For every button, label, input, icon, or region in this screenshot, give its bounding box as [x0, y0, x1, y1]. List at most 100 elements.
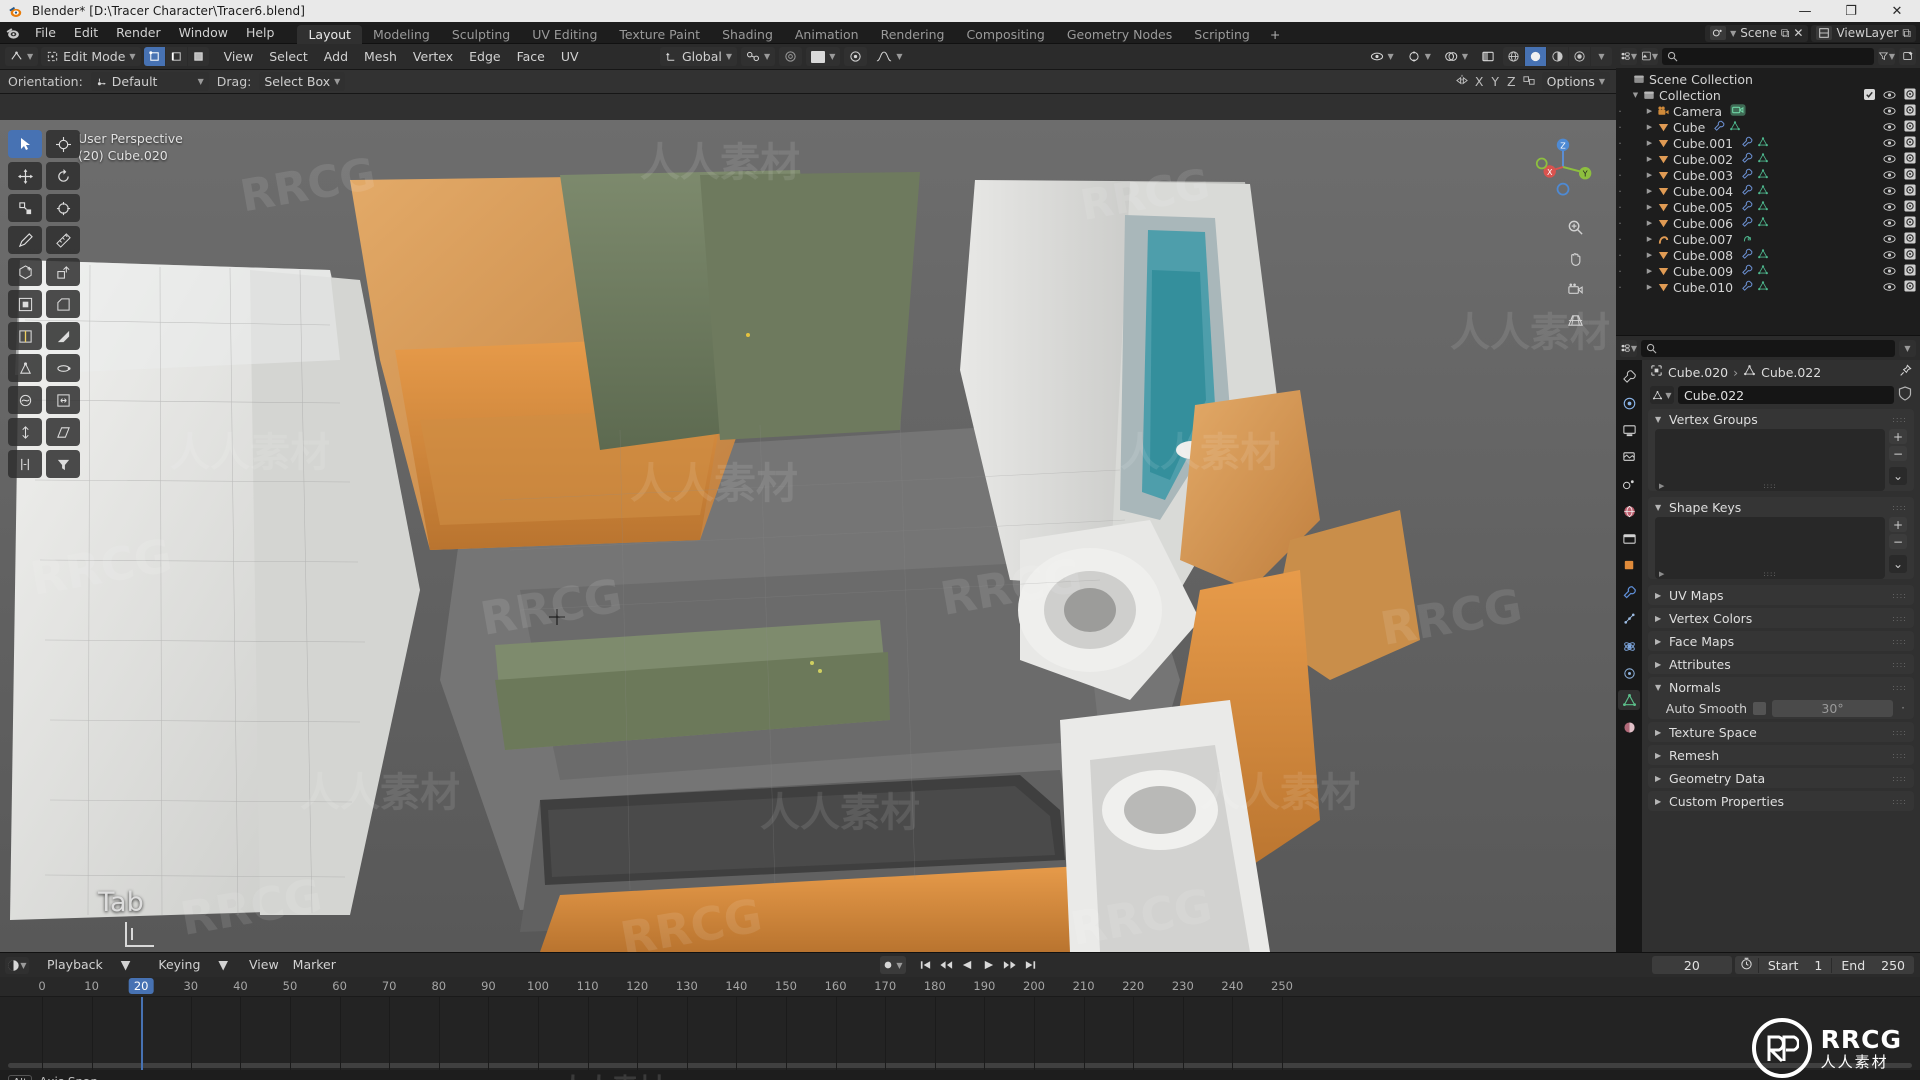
topology-mirror-icon[interactable]: [1522, 74, 1536, 90]
collection-checkbox[interactable]: [1864, 88, 1875, 103]
mesh-data-icon[interactable]: [1757, 136, 1769, 151]
modifier-wrench-icon[interactable]: [1713, 120, 1725, 135]
disable-in-renders-icon[interactable]: [1904, 231, 1916, 247]
outliner-row-collection[interactable]: ▼ Collection: [1616, 87, 1920, 103]
outliner-row-cube-006[interactable]: · ▶ Cube.006: [1616, 215, 1920, 231]
mesh-data-icon[interactable]: [1757, 264, 1769, 279]
overlays-toggle[interactable]: ▼: [1439, 47, 1473, 66]
panel-drag-grip[interactable]: ::::: [1892, 660, 1907, 669]
panel-drag-grip[interactable]: ::::: [1892, 637, 1907, 646]
outliner-row-cube-001[interactable]: · ▶ Cube.001: [1616, 135, 1920, 151]
panel-header-texture-space[interactable]: ▶ Texture Space::::: [1648, 722, 1914, 742]
modifier-wrench-icon[interactable]: [1741, 136, 1753, 151]
add-cube-tool-button[interactable]: [8, 258, 42, 286]
viewport-menu-face[interactable]: Face: [509, 46, 553, 68]
properties-tab-particles[interactable]: [1618, 609, 1640, 629]
add-workspace-button[interactable]: +: [1261, 25, 1289, 44]
hide-in-viewport-icon[interactable]: [1883, 152, 1896, 167]
vertex-groups-listbox[interactable]: ▶::::: [1655, 429, 1885, 491]
properties-tab-object-data[interactable]: [1618, 690, 1640, 710]
mesh-data-icon[interactable]: [1757, 216, 1769, 231]
timeline-playhead[interactable]: [141, 997, 144, 1070]
xray-toggle[interactable]: [1476, 47, 1500, 66]
hide-in-viewport-icon[interactable]: [1883, 104, 1896, 119]
rip-region-tool-button[interactable]: [8, 450, 42, 478]
outliner-editor-type-button[interactable]: ▼: [1620, 47, 1637, 65]
next-keyframe-button[interactable]: [1000, 956, 1019, 974]
snapping-toggle[interactable]: ▼: [741, 47, 776, 66]
auto-smooth-checkbox[interactable]: [1753, 701, 1766, 715]
mesh-data-browse-button[interactable]: ▼: [1650, 386, 1674, 404]
hide-in-viewport-icon[interactable]: [1883, 136, 1896, 151]
3d-viewport[interactable]: User Perspective (20) Cube.020 Tab Z Y X: [0, 120, 1616, 952]
viewport-menu-add[interactable]: Add: [316, 46, 356, 68]
panel-drag-grip[interactable]: ::::: [1892, 728, 1907, 737]
panel-header-custom-properties[interactable]: ▶ Custom Properties::::: [1648, 791, 1914, 811]
outliner-row-disclosure[interactable]: ▶: [1644, 283, 1655, 291]
rotate-tool-button[interactable]: [46, 162, 80, 190]
loop-cut-tool-button[interactable]: [8, 322, 42, 350]
modifier-wrench-icon[interactable]: [1741, 248, 1753, 263]
hide-in-viewport-icon[interactable]: [1883, 248, 1896, 263]
pan-hand-icon[interactable]: [1564, 247, 1586, 269]
menu-window[interactable]: Window: [170, 22, 237, 44]
bevel-tool-button[interactable]: [46, 290, 80, 318]
properties-tab-constraints[interactable]: [1618, 663, 1640, 683]
viewport-menu-vertex[interactable]: Vertex: [405, 46, 461, 68]
smooth-tool-button[interactable]: [8, 386, 42, 414]
shape-keys-add-button[interactable]: +: [1889, 517, 1907, 532]
hide-in-viewport-icon[interactable]: [1883, 184, 1896, 199]
outliner-row-disclosure[interactable]: ▶: [1644, 219, 1655, 227]
fake-user-shield-icon[interactable]: [1898, 386, 1912, 404]
outliner-filter-button[interactable]: ▼: [1878, 47, 1895, 65]
outliner-row-disclosure[interactable]: ▶: [1644, 107, 1655, 115]
timeline-menu-view[interactable]: View: [242, 954, 286, 976]
mirror-icon[interactable]: [1455, 74, 1469, 90]
mesh-data-icon[interactable]: [1757, 248, 1769, 263]
tab-compositing[interactable]: Compositing: [955, 25, 1055, 44]
shape-keys-remove-button[interactable]: −: [1889, 534, 1907, 549]
shrink-fatten-tool-button[interactable]: [8, 418, 42, 446]
maximize-button[interactable]: ❐: [1828, 0, 1874, 22]
panel-header-face-maps[interactable]: ▶ Face Maps::::: [1648, 631, 1914, 651]
mesh-filter-tool-button[interactable]: [46, 450, 80, 478]
shape-keys-list-resize-grip[interactable]: ::::: [1763, 570, 1776, 578]
timeline-menu-keying[interactable]: Keying ▼: [144, 954, 242, 976]
properties-tab-render[interactable]: [1618, 393, 1640, 413]
panel-drag-grip[interactable]: ::::: [1892, 774, 1907, 783]
vertex-groups-list-expand-icon[interactable]: ▶: [1659, 482, 1664, 490]
viewport-menu-uv[interactable]: UV: [553, 46, 587, 68]
proportional-connected-toggle[interactable]: [844, 47, 868, 66]
properties-options-button[interactable]: ▼: [1899, 339, 1916, 357]
hide-in-viewport-icon[interactable]: [1883, 120, 1896, 135]
disable-in-renders-icon[interactable]: [1904, 167, 1916, 183]
modifier-wrench-icon[interactable]: [1741, 152, 1753, 167]
properties-search-input[interactable]: [1641, 339, 1895, 357]
view-layer-new-icon[interactable]: ⧉: [1902, 26, 1911, 41]
timeline-horizontal-scrollbar[interactable]: [8, 1063, 1912, 1068]
knife-tool-button[interactable]: [46, 322, 80, 350]
hide-in-viewport-icon[interactable]: [1883, 232, 1896, 247]
menu-edit[interactable]: Edit: [65, 22, 107, 44]
scene-new-icon[interactable]: ⧉: [1781, 26, 1790, 41]
outliner-row-disclosure[interactable]: ▶: [1644, 267, 1655, 275]
viewport-menu-mesh[interactable]: Mesh: [356, 46, 405, 68]
timeline-editor-type-button[interactable]: ▼: [5, 956, 29, 974]
tab-scripting[interactable]: Scripting: [1183, 25, 1261, 44]
outliner-row-cube[interactable]: · ▶ Cube: [1616, 119, 1920, 135]
properties-tab-tool[interactable]: [1618, 366, 1640, 386]
disable-in-renders-icon[interactable]: [1904, 103, 1916, 119]
tab-modeling[interactable]: Modeling: [362, 25, 441, 44]
jump-to-start-button[interactable]: [916, 956, 935, 974]
poly-build-tool-button[interactable]: [8, 354, 42, 382]
tab-sculpting[interactable]: Sculpting: [441, 25, 521, 44]
vertex-select-mode-button[interactable]: [143, 47, 165, 66]
mesh-data-name-field[interactable]: Cube.022: [1678, 386, 1894, 404]
disable-in-renders-icon[interactable]: [1904, 279, 1916, 295]
outliner-row-scene-collection[interactable]: Scene Collection: [1616, 71, 1920, 87]
properties-tab-material[interactable]: [1618, 717, 1640, 737]
mirror-axis-x[interactable]: X: [1475, 74, 1484, 89]
vertex-groups-specials-chevron-down-icon[interactable]: ⌄: [1889, 467, 1907, 485]
outliner-display-mode-button[interactable]: ▼: [1641, 47, 1658, 65]
mesh-data-icon[interactable]: [1757, 168, 1769, 183]
